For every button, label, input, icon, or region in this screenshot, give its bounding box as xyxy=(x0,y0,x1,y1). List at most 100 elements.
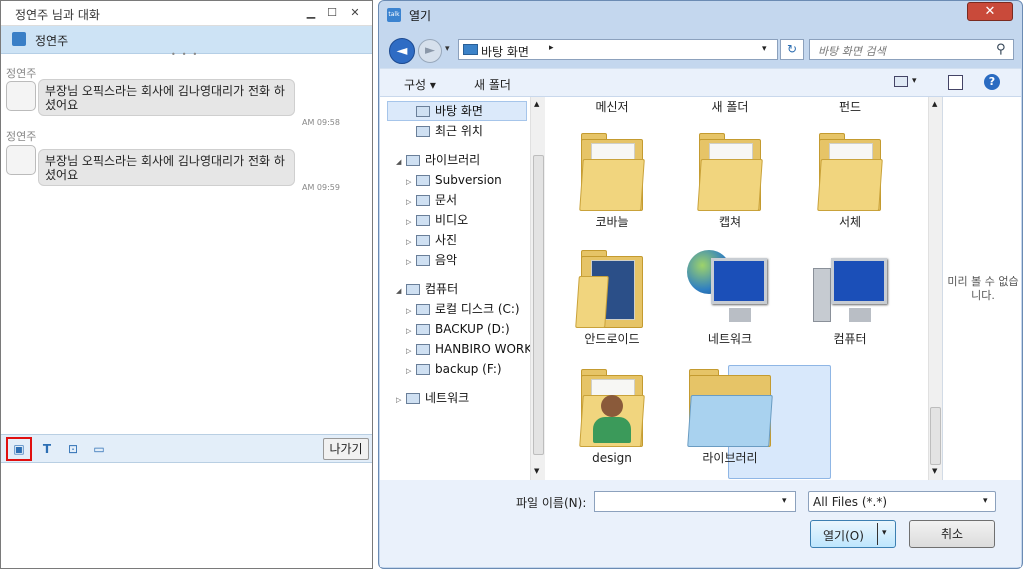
nav-item-label: 비디오 xyxy=(435,213,469,227)
leave-button[interactable]: 나가기 xyxy=(323,438,369,460)
preview-pane-icon[interactable] xyxy=(948,75,963,90)
expand-icon[interactable]: ▷ xyxy=(406,321,416,341)
nav-item[interactable]: ◢ 컴퓨터 xyxy=(396,279,530,299)
expand-icon[interactable]: ▷ xyxy=(406,252,416,272)
capture-icon[interactable]: ⊡ xyxy=(63,440,83,458)
view-icon[interactable] xyxy=(894,76,908,87)
organize-button[interactable]: 구성 ▾ xyxy=(404,76,436,93)
breadcrumb-arrow-icon[interactable]: ▸ xyxy=(549,43,554,53)
folder-icon xyxy=(575,250,643,328)
nav-scroll-thumb[interactable] xyxy=(533,155,544,455)
file-item[interactable]: 네트워크 xyxy=(680,250,780,346)
open-button[interactable]: 열기(O) ▾ xyxy=(810,520,896,548)
expand-icon[interactable]: ▷ xyxy=(406,232,416,252)
cancel-button[interactable]: 취소 xyxy=(909,520,995,548)
search-input[interactable]: 바탕 화면 검색 ⚲ xyxy=(809,39,1014,60)
file-label: 네트워크 xyxy=(707,332,753,346)
expand-icon[interactable]: ▷ xyxy=(406,341,416,361)
nav-item[interactable]: 바탕 화면 xyxy=(396,101,530,121)
text-format-icon[interactable]: T xyxy=(37,440,57,458)
resize-grip-icon[interactable]: ••• xyxy=(171,50,203,59)
nav-item-label: 로컬 디스크 (C:) xyxy=(435,302,520,316)
filename-label: 파일 이름(N): xyxy=(516,496,587,510)
file-item[interactable]: 새 폴더 xyxy=(680,87,780,114)
dialog-close-button[interactable]: ✕ xyxy=(967,2,1013,21)
open-split-divider xyxy=(877,523,878,545)
nav-item[interactable]: ◢ 라이브러리 xyxy=(396,150,530,170)
nav-item[interactable]: ▷ 문서 xyxy=(396,190,530,210)
scroll-up-icon[interactable]: ▲ xyxy=(534,100,539,108)
filetype-dropdown-icon[interactable]: ▾ xyxy=(983,496,988,506)
nav-item-label: 문서 xyxy=(435,193,458,207)
expand-icon[interactable]: ◢ xyxy=(396,281,406,301)
new-folder-button[interactable]: 새 폴더 xyxy=(474,76,511,93)
open-dropdown-icon[interactable]: ▾ xyxy=(882,528,887,538)
expand-icon[interactable]: ▷ xyxy=(396,390,406,410)
file-scroll-thumb[interactable] xyxy=(930,407,941,465)
expand-icon[interactable]: ▷ xyxy=(406,361,416,381)
filename-dropdown-icon[interactable]: ▾ xyxy=(782,496,787,506)
network-icon xyxy=(687,250,773,328)
nav-item[interactable]: ▷ HANBIRO WORK xyxy=(396,339,532,361)
expand-icon[interactable]: ▷ xyxy=(406,212,416,232)
nav-item[interactable]: ▷ 로컬 디스크 (C:) xyxy=(396,299,530,319)
send-file-button[interactable]: ▣ xyxy=(6,437,32,461)
forward-button[interactable]: ► xyxy=(418,39,442,63)
address-location[interactable]: 바탕 화면 xyxy=(481,43,529,60)
nav-item-icon xyxy=(416,106,430,117)
scroll-up-icon[interactable]: ▲ xyxy=(932,100,937,108)
file-item[interactable]: 메신저 xyxy=(562,87,662,114)
nav-item-label: 사진 xyxy=(435,233,458,247)
file-item[interactable]: 라이브러리 xyxy=(680,369,780,465)
expand-icon[interactable]: ▷ xyxy=(406,192,416,212)
scroll-down-icon[interactable]: ▼ xyxy=(534,467,539,475)
nav-item[interactable]: 최근 위치 xyxy=(396,121,530,141)
expand-icon[interactable]: ▷ xyxy=(406,301,416,321)
file-list-scrollbar[interactable]: ▲ ▼ xyxy=(928,97,942,480)
history-dropdown-icon[interactable]: ▾ xyxy=(445,44,450,54)
nav-item[interactable]: ▷ BACKUP (D:) xyxy=(396,319,530,339)
expand-icon[interactable]: ▷ xyxy=(406,172,416,192)
file-item[interactable]: 코바늘 xyxy=(562,133,662,229)
view-dropdown-icon[interactable]: ▾ xyxy=(912,76,917,86)
address-dropdown-icon[interactable]: ▾ xyxy=(762,44,767,54)
message-input[interactable] xyxy=(1,463,372,568)
nav-item[interactable]: ▷ 비디오 xyxy=(396,210,530,230)
filename-input[interactable]: ▾ xyxy=(594,491,796,512)
screen-share-icon[interactable]: ▭ xyxy=(89,440,109,458)
address-bar[interactable]: 바탕 화면 ▸ ▾ xyxy=(458,39,778,60)
folder-icon xyxy=(579,133,645,211)
refresh-button[interactable]: ↻ xyxy=(780,39,804,60)
open-label: 열기(O) xyxy=(823,529,864,543)
scroll-down-icon[interactable]: ▼ xyxy=(932,467,937,475)
expand-icon[interactable]: ◢ xyxy=(396,152,406,172)
file-label: 컴퓨터 xyxy=(833,332,867,346)
preview-pane: 미리 볼 수 없습니다. xyxy=(942,97,1021,480)
nav-scrollbar[interactable]: ▲ ▼ xyxy=(530,97,545,480)
nav-item-icon xyxy=(406,393,420,404)
user-folder-icon xyxy=(579,369,645,447)
nav-item-icon xyxy=(416,215,430,226)
nav-item[interactable]: ▷ Subversion xyxy=(396,170,530,190)
help-icon[interactable]: ? xyxy=(984,74,1000,90)
minimize-button[interactable]: ▁ xyxy=(301,5,321,21)
file-label: 펀드 xyxy=(838,100,862,114)
close-button[interactable]: ✕ xyxy=(345,5,365,21)
dialog-title: 열기 xyxy=(409,9,432,23)
nav-item-icon xyxy=(406,155,420,166)
search-icon[interactable]: ⚲ xyxy=(996,42,1006,57)
file-item[interactable]: 캡쳐 xyxy=(680,133,780,229)
nav-item-label: 라이브러리 xyxy=(425,153,481,167)
back-button[interactable]: ◄ xyxy=(389,38,415,64)
nav-item[interactable]: ▷ 음악 xyxy=(396,250,530,270)
nav-item[interactable]: ▷ 사진 xyxy=(396,230,530,250)
file-item[interactable]: 안드로이드 xyxy=(562,250,662,346)
maximize-button[interactable]: ☐ xyxy=(322,5,342,21)
file-item[interactable]: 서체 xyxy=(800,133,900,229)
nav-item[interactable]: ▷ 네트워크 xyxy=(396,388,530,408)
file-item[interactable]: 펀드 xyxy=(800,87,900,114)
filetype-select[interactable]: All Files (*.*) ▾ xyxy=(808,491,996,512)
file-item[interactable]: design xyxy=(562,369,662,465)
nav-item[interactable]: ▷ backup (F:) xyxy=(396,359,530,379)
file-item[interactable]: 컴퓨터 xyxy=(800,250,900,346)
